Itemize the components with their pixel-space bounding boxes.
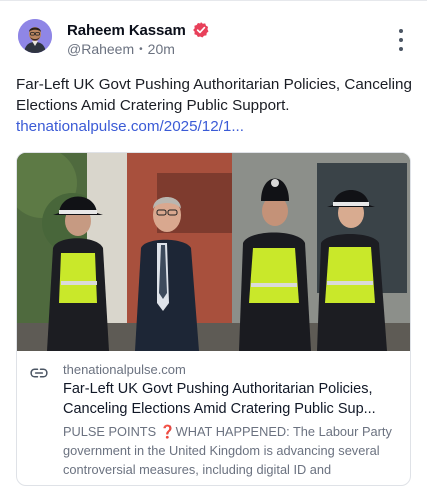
card-domain: thenationalpulse.com <box>63 362 186 377</box>
card-title[interactable]: Far-Left UK Govt Pushing Authoritarian P… <box>63 379 403 419</box>
post-body: Far-Left UK Govt Pushing Authoritarian P… <box>16 74 412 137</box>
avatar[interactable] <box>18 19 52 53</box>
verified-badge-icon <box>192 21 210 39</box>
author-handle[interactable]: @Raheem <box>67 41 134 57</box>
post-text: Far-Left UK Govt Pushing Authoritarian P… <box>16 76 412 114</box>
card-meta[interactable]: thenationalpulse.com Far-Left UK Govt Pu… <box>17 351 410 485</box>
post-timestamp[interactable]: 20m <box>148 41 175 57</box>
author-name-row[interactable]: Raheem Kassam <box>67 21 210 39</box>
card-description: PULSE POINTS ❓WHAT HAPPENED: The Labour … <box>63 424 392 477</box>
handle-line: @Raheem • 20m <box>67 41 175 57</box>
author-display-name[interactable]: Raheem Kassam <box>67 22 186 39</box>
card-preview-image[interactable] <box>17 153 411 351</box>
separator-dot: • <box>139 43 143 55</box>
post: Raheem Kassam @Raheem • 20m Far-Left UK … <box>0 0 427 500</box>
link-icon <box>30 368 48 378</box>
avatar-image <box>18 19 52 53</box>
post-link[interactable]: thenationalpulse.com/2025/12/1... <box>16 116 412 137</box>
link-preview-card[interactable]: thenationalpulse.com Far-Left UK Govt Pu… <box>16 152 411 486</box>
more-vertical-icon[interactable] <box>393 29 409 51</box>
